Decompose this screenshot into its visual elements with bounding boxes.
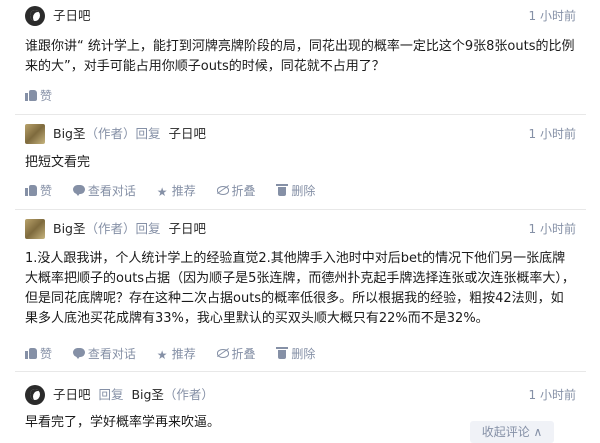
timestamp: 1 小时前 <box>528 9 576 23</box>
author-tag: （作者） <box>85 221 136 236</box>
reply-label: 回复 <box>135 126 161 141</box>
comment-text: 谁跟你讲“ 统计学上，能打到河牌亮牌阶段的局，同花出现的概率一定比这个9张8张o… <box>25 39 575 74</box>
trash-icon <box>276 347 289 359</box>
comment-actions: 赞 <box>25 87 69 105</box>
divider <box>15 209 586 210</box>
comment-text: 把短文看完 <box>25 155 91 170</box>
username[interactable]: 子日吧 <box>53 387 91 402</box>
comment-header: Big圣（作者）回复 子日吧 1 小时前 <box>25 218 576 240</box>
thumbs-up-icon <box>25 89 37 101</box>
comment-header: 子日吧 1 小时前 <box>25 5 576 27</box>
reply-target-username[interactable]: Big圣 <box>131 387 163 402</box>
username[interactable]: Big圣 <box>53 221 85 236</box>
delete-button[interactable]: 删除 <box>276 345 315 363</box>
avatar[interactable] <box>25 124 45 144</box>
like-button[interactable]: 赞 <box>25 182 52 200</box>
fold-label: 折叠 <box>231 184 256 198</box>
comment-text: 1.没人跟我讲，个人统计学上的经验直觉2.其他牌手入池时中对后bet的情况下他们… <box>25 251 575 326</box>
trash-icon <box>276 184 289 196</box>
comment-actions: 赞 查看对话 ★ 推荐 折叠 删除 <box>25 345 332 363</box>
like-button[interactable]: 赞 <box>25 345 52 363</box>
comment-text: 早看完了，学好概率学再来吹逼。 <box>25 415 221 430</box>
collapse-comments-button[interactable]: 收起评论 ∧ <box>470 421 554 443</box>
eye-slash-icon <box>216 347 229 359</box>
reply-target-username[interactable]: 子日吧 <box>168 126 206 141</box>
like-label: 赞 <box>40 89 53 103</box>
timestamp: 1 小时前 <box>528 388 576 402</box>
timestamp: 1 小时前 <box>528 127 576 141</box>
reply-target-username[interactable]: 子日吧 <box>168 221 206 236</box>
avatar[interactable] <box>25 385 45 405</box>
fold-button[interactable]: 折叠 <box>216 182 256 200</box>
recommend-button[interactable]: ★ 推荐 <box>157 182 196 200</box>
fold-label: 折叠 <box>231 347 256 361</box>
comment-actions: 赞 查看对话 ★ 推荐 折叠 删除 <box>25 182 332 200</box>
eye-slash-icon <box>216 184 229 196</box>
recommend-label: 推荐 <box>171 184 196 198</box>
star-icon: ★ <box>156 348 168 362</box>
view-conversation-label: 查看对话 <box>87 347 136 361</box>
thumbs-up-icon <box>25 184 37 196</box>
divider <box>15 371 586 372</box>
chat-bubble-icon <box>72 347 85 359</box>
thumbs-up-icon <box>25 347 37 359</box>
author-tag: （作者） <box>163 387 214 402</box>
view-conversation-button[interactable]: 查看对话 <box>72 182 136 200</box>
reply-label: 回复 <box>98 387 124 402</box>
delete-label: 删除 <box>291 347 316 361</box>
like-label: 赞 <box>40 184 53 198</box>
chat-bubble-icon <box>72 184 85 196</box>
comment-header: 子日吧 回复 Big圣（作者） 1 小时前 <box>25 384 576 406</box>
comment-header: Big圣（作者）回复 子日吧 1 小时前 <box>25 123 576 145</box>
timestamp: 1 小时前 <box>528 222 576 236</box>
username[interactable]: 子日吧 <box>53 8 91 23</box>
delete-button[interactable]: 删除 <box>276 182 315 200</box>
like-label: 赞 <box>40 347 53 361</box>
reply-label: 回复 <box>135 221 161 236</box>
view-conversation-button[interactable]: 查看对话 <box>72 345 136 363</box>
author-tag: （作者） <box>85 126 136 141</box>
divider <box>15 114 586 115</box>
star-icon: ★ <box>156 185 168 199</box>
recommend-button[interactable]: ★ 推荐 <box>157 345 196 363</box>
fold-button[interactable]: 折叠 <box>216 345 256 363</box>
recommend-label: 推荐 <box>171 347 196 361</box>
view-conversation-label: 查看对话 <box>87 184 136 198</box>
like-button[interactable]: 赞 <box>25 87 52 105</box>
delete-label: 删除 <box>291 184 316 198</box>
avatar[interactable] <box>25 6 45 26</box>
avatar[interactable] <box>25 219 45 239</box>
username[interactable]: Big圣 <box>53 126 85 141</box>
